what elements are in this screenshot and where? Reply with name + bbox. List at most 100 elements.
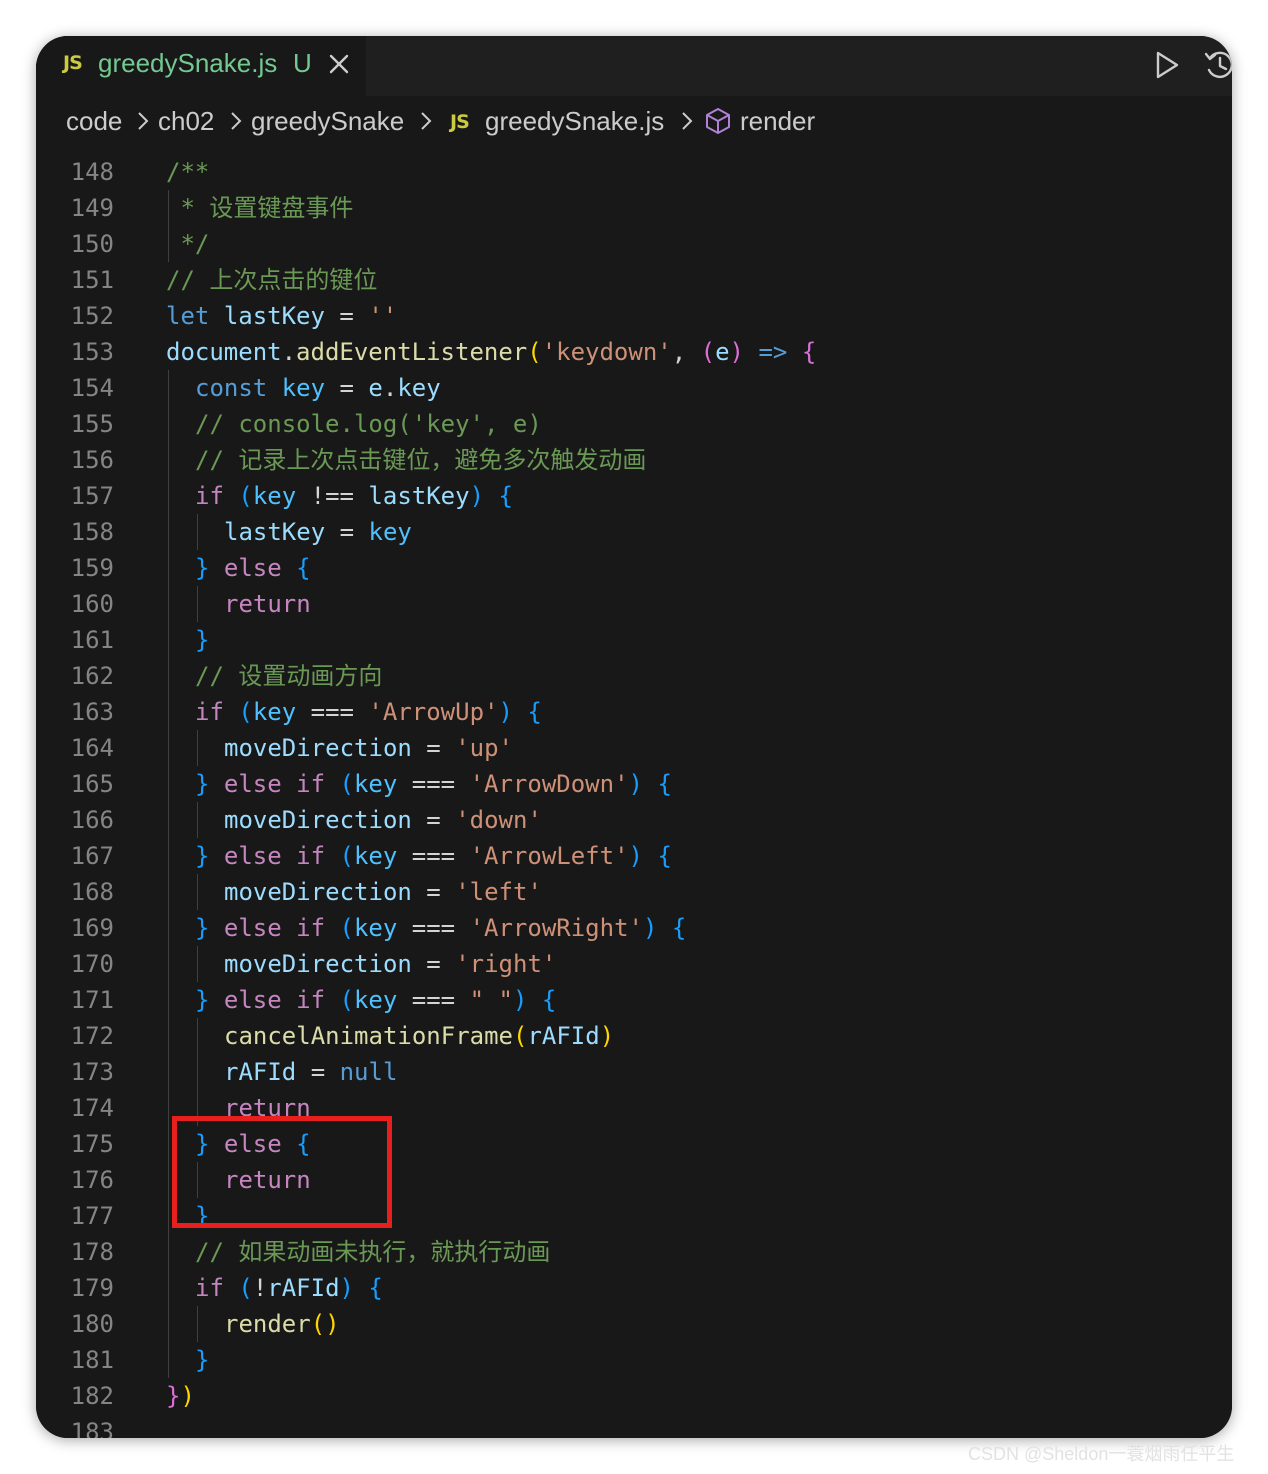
editor-window: JS greedySnake.js U code ch02 greedySnak… <box>36 36 1232 1438</box>
code-text: lastKey = key <box>224 514 412 550</box>
code-text: // 如果动画未执行，就执行动画 <box>195 1234 550 1270</box>
code-text: const key = e.key <box>195 370 441 406</box>
chevron-right-icon <box>682 112 693 130</box>
code-token: lastKey <box>368 482 470 510</box>
line-number: 163 <box>70 698 114 726</box>
code-line[interactable]: 161} <box>36 622 1232 658</box>
code-line[interactable]: 155 // console.log('key', e) <box>36 406 1232 442</box>
code-token: else if <box>223 842 326 870</box>
close-icon[interactable] <box>326 51 352 77</box>
code-editor[interactable]: 148/** 149 * 设置键盘事件 150 */151// 上次点击的键位 152… <box>36 146 1232 1438</box>
code-token: moveDirection <box>224 878 412 906</box>
code-line[interactable]: 169} else if (key === 'ArrowRight') { <box>36 910 1232 946</box>
code-text: moveDirection = 'up' <box>224 730 513 766</box>
code-token: key <box>281 374 326 402</box>
code-line[interactable]: 163 if (key === 'ArrowUp') { <box>36 694 1232 730</box>
code-line[interactable]: 152 let lastKey = '' <box>36 298 1232 334</box>
code-line[interactable]: 167} else if (key === 'ArrowLeft') { <box>36 838 1232 874</box>
code-text: * 设置键盘事件 <box>166 190 353 226</box>
code-line[interactable]: 179 if (!rAFId) { <box>36 1270 1232 1306</box>
code-line[interactable]: 181} <box>36 1342 1232 1378</box>
code-text: } else if (key === 'ArrowRight') { <box>195 910 686 946</box>
code-token: } <box>195 770 210 798</box>
code-token: cancelAnimationFrame <box>224 1022 513 1050</box>
line-number: 150 <box>70 230 114 258</box>
code-line[interactable]: 166 moveDirection = 'down' <box>36 802 1232 838</box>
indent-guide <box>197 730 198 766</box>
code-line[interactable]: 157 if (key !== lastKey) { <box>36 478 1232 514</box>
line-number: 160 <box>70 590 114 618</box>
indent-guide <box>197 802 198 838</box>
code-text: let lastKey = '' <box>166 298 397 334</box>
code-text: if (!rAFId) { <box>195 1270 383 1306</box>
code-token: if <box>195 1274 224 1302</box>
code-line[interactable]: 170 moveDirection = 'right' <box>36 946 1232 982</box>
indent-guide <box>197 514 198 550</box>
code-token: { <box>498 482 513 510</box>
code-line[interactable]: 168 moveDirection = 'left' <box>36 874 1232 910</box>
line-number: 156 <box>70 446 114 474</box>
code-token: { <box>657 842 672 870</box>
breadcrumb-item-file[interactable]: greedySnake.js <box>485 106 664 137</box>
code-text: cancelAnimationFrame(rAFId) <box>224 1018 614 1054</box>
code-line[interactable]: 165} else if (key === 'ArrowDown') { <box>36 766 1232 802</box>
code-text: } else { <box>195 550 311 586</box>
tab-greedysnake-js[interactable]: JS greedySnake.js U <box>36 36 366 96</box>
code-token: key <box>397 374 441 402</box>
code-token: ( <box>512 1022 528 1050</box>
code-line[interactable]: 178 // 如果动画未执行，就执行动画 <box>36 1234 1232 1270</box>
indent-guide <box>168 190 169 262</box>
code-line[interactable]: 172 cancelAnimationFrame(rAFId) <box>36 1018 1232 1054</box>
code-line[interactable]: 171} else if (key === " ") { <box>36 982 1232 1018</box>
code-line[interactable]: 151 // 上次点击的键位 <box>36 262 1232 298</box>
code-line[interactable]: 153 document.addEventListener('keydown', … <box>36 334 1232 370</box>
code-line[interactable]: 164 moveDirection = 'up' <box>36 730 1232 766</box>
breadcrumb-item-greedysnake[interactable]: greedySnake <box>251 106 404 137</box>
code-line[interactable]: 158 lastKey = key <box>36 514 1232 550</box>
history-icon[interactable] <box>1202 48 1232 82</box>
code-token: let <box>166 302 210 330</box>
code-line[interactable]: 149 * 设置键盘事件 <box>36 190 1232 226</box>
code-token: return <box>224 590 311 618</box>
chevron-right-icon <box>138 112 149 130</box>
code-text: moveDirection = 'left' <box>224 874 542 910</box>
play-icon[interactable] <box>1154 50 1180 80</box>
code-line[interactable]: 173 rAFId = null <box>36 1054 1232 1090</box>
code-token: } <box>166 1382 181 1410</box>
code-line[interactable]: 162 // 设置动画方向 <box>36 658 1232 694</box>
code-token: ( <box>238 482 253 510</box>
code-line[interactable]: 183 <box>36 1414 1232 1438</box>
code-token: = <box>411 806 456 834</box>
code-token: 'right' <box>455 950 557 978</box>
code-line[interactable]: 148 /** <box>36 154 1232 190</box>
code-line[interactable]: 154 const key = e.key <box>36 370 1232 406</box>
code-token: lastKey <box>224 518 326 546</box>
line-number: 153 <box>70 338 114 366</box>
line-number: 181 <box>70 1346 114 1374</box>
breadcrumb-item-code[interactable]: code <box>66 106 122 137</box>
breadcrumb-item-render[interactable]: render <box>740 106 815 137</box>
code-text: } <box>195 1342 209 1378</box>
tab-filename: greedySnake.js <box>98 48 278 78</box>
code-line[interactable]: 159} else { <box>36 550 1232 586</box>
code-token: ( <box>700 338 716 366</box>
line-number: 152 <box>70 302 114 330</box>
code-line[interactable]: 180 render() <box>36 1306 1232 1342</box>
chevron-right-icon <box>231 112 242 130</box>
line-number: 174 <box>70 1094 114 1122</box>
line-number: 170 <box>70 950 114 978</box>
code-line[interactable]: 156 // 记录上次点击键位，避免多次触发动画 <box>36 442 1232 478</box>
line-number: 167 <box>70 842 114 870</box>
code-line[interactable]: 160 return <box>36 586 1232 622</box>
code-text: // console.log('key', e) <box>195 406 542 442</box>
breadcrumb-item-ch02[interactable]: ch02 <box>158 106 214 137</box>
highlight-annotation-box <box>172 1116 392 1228</box>
code-token: , <box>671 338 701 366</box>
code-line[interactable]: 150 */ <box>36 226 1232 262</box>
code-text: if (key !== lastKey) { <box>195 478 513 514</box>
code-token: } <box>195 554 210 582</box>
code-line[interactable]: 182}) <box>36 1378 1232 1414</box>
